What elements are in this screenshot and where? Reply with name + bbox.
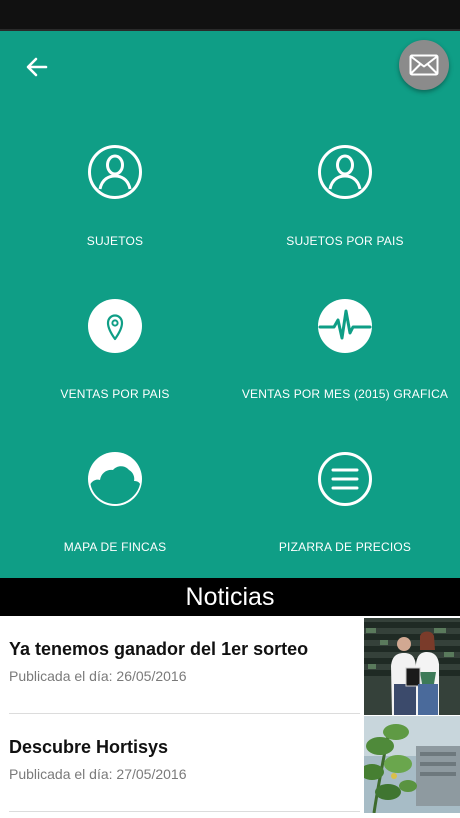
menu-item-label: MAPA DE FINCAS <box>63 540 167 554</box>
mail-button[interactable] <box>399 40 449 90</box>
user-circle-icon <box>88 145 142 199</box>
arrow-left-icon <box>26 57 48 77</box>
menu-item-ventas-por-pais[interactable]: VENTAS POR PAIS <box>0 298 230 408</box>
menu-lines-icon <box>318 452 372 506</box>
news-title: Descubre Hortisys <box>9 737 169 757</box>
status-bar <box>0 0 460 31</box>
user-circle-icon <box>318 145 372 199</box>
news-date: Publicada el día: 26/05/2016 <box>9 668 187 684</box>
news-thumbnail <box>364 618 460 715</box>
menu-item-sujetos[interactable]: SUJETOS <box>0 144 230 254</box>
news-date: Publicada el día: 27/05/2016 <box>9 766 187 782</box>
menu-item-sujetos-por-pais[interactable]: SUJETOS POR PAIS <box>230 144 460 254</box>
back-button[interactable] <box>22 52 52 82</box>
news-title: Ya tenemos ganador del 1er sorteo <box>9 639 309 659</box>
menu-item-label: SUJETOS <box>86 234 144 248</box>
menu-item-pizarra-de-precios[interactable]: PIZARRA DE PRECIOS <box>230 451 460 561</box>
pulse-icon <box>318 299 372 353</box>
menu-item-label: VENTAS POR MES (2015) GRAFICA <box>241 387 449 401</box>
menu-item-label: VENTAS POR PAIS <box>60 387 170 401</box>
envelope-icon <box>409 54 439 76</box>
news-heading: Noticias <box>0 578 460 616</box>
menu-item-mapa-de-fincas[interactable]: MAPA DE FINCAS <box>0 451 230 561</box>
news-item[interactable]: Descubre Hortisys Publicada el día: 27/0… <box>0 714 460 813</box>
news-thumbnail <box>364 716 460 813</box>
divider <box>9 811 360 812</box>
cloud-icon <box>88 452 142 506</box>
menu-item-label: PIZARRA DE PRECIOS <box>278 540 412 554</box>
news-item[interactable]: Ya tenemos ganador del 1er sorteo Public… <box>0 616 460 715</box>
map-pin-icon <box>88 299 142 353</box>
menu-item-label: SUJETOS POR PAIS <box>286 234 404 248</box>
menu-item-ventas-por-mes-grafica[interactable]: VENTAS POR MES (2015) GRAFICA <box>230 298 460 408</box>
